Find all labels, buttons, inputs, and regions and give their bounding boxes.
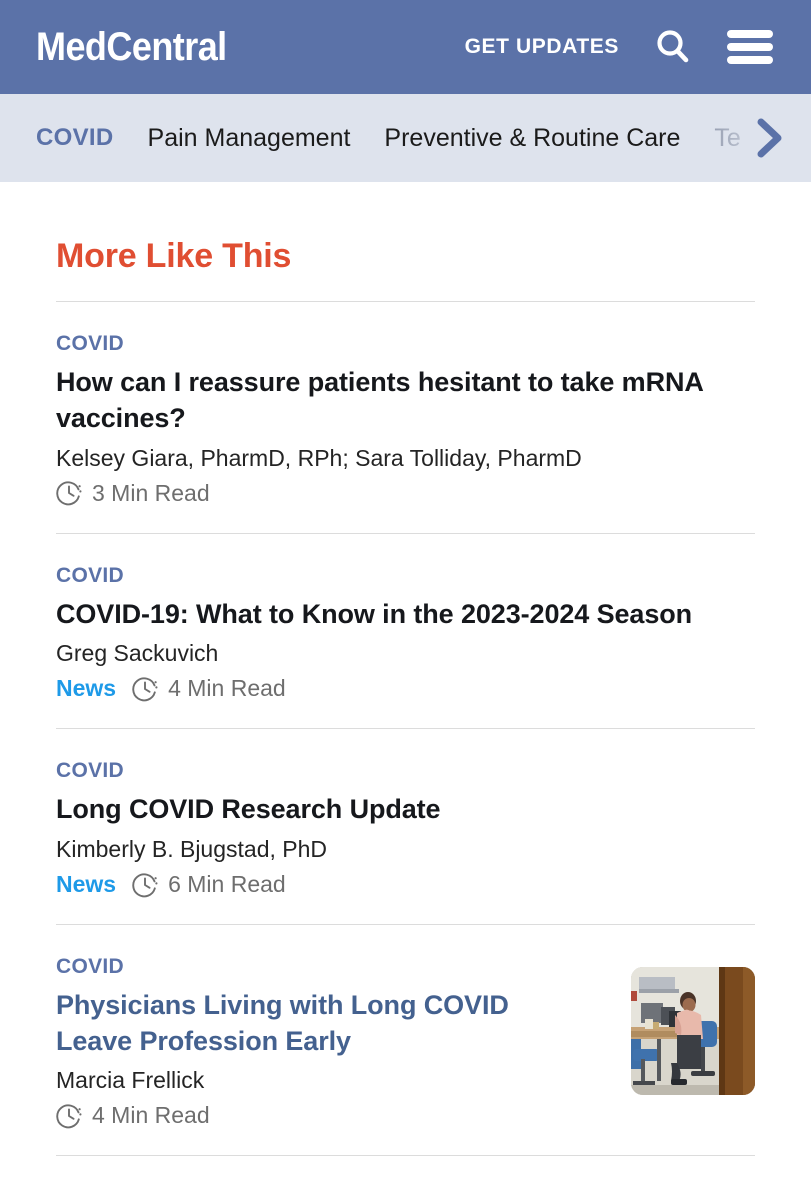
get-updates-button[interactable]: GET UPDATES <box>465 35 619 59</box>
section-title: More Like This <box>56 237 292 275</box>
article-read-time: 3 Min Read <box>92 479 210 506</box>
clock-icon <box>56 1104 82 1129</box>
hamburger-bar <box>727 30 773 38</box>
article-meta: 4 Min Read <box>56 1102 609 1129</box>
nav-item-covid[interactable]: COVID <box>36 124 114 152</box>
nav-item-preventive-routine-care[interactable]: Preventive & Routine Care <box>384 124 680 153</box>
divider <box>56 1155 755 1157</box>
search-button[interactable] <box>653 27 693 67</box>
nav-item-truncated[interactable]: Te <box>714 124 740 153</box>
article-thumbnail[interactable] <box>631 967 755 1096</box>
site-logo[interactable]: MedCentral <box>36 27 227 67</box>
article-meta: News 6 Min Read <box>56 871 755 898</box>
article-byline: Marcia Frellick <box>56 1067 205 1094</box>
article-read-time: 4 Min Read <box>168 675 286 702</box>
article-meta: News 4 Min Read <box>56 675 755 702</box>
article-list-item[interactable]: COVID COVID-19: What to Know in the 2023… <box>56 534 755 729</box>
article-body: COVID How can I reassure patients hesita… <box>56 332 755 506</box>
article-byline: Greg Sackuvich <box>56 640 219 667</box>
more-like-this-section: More Like This COVID How can I reassure … <box>0 182 811 1157</box>
article-read-time: 4 Min Read <box>92 1102 210 1129</box>
clock-icon <box>56 481 82 506</box>
article-body: COVID Physicians Living with Long COVID … <box>56 955 609 1129</box>
article-byline: Kelsey Giara, PharmD, RPh; Sara Tolliday… <box>56 444 582 471</box>
article-category[interactable]: COVID <box>56 332 755 356</box>
hamburger-bar <box>727 56 773 64</box>
article-category[interactable]: COVID <box>56 564 755 588</box>
site-header: MedCentral GET UPDATES <box>0 0 811 94</box>
clock-icon <box>132 872 158 897</box>
article-body: COVID COVID-19: What to Know in the 2023… <box>56 564 755 703</box>
article-title[interactable]: COVID-19: What to Know in the 2023-2024 … <box>56 597 755 633</box>
article-meta: 3 Min Read <box>56 480 755 507</box>
article-category[interactable]: COVID <box>56 759 755 783</box>
nav-item-pain-management[interactable]: Pain Management <box>148 124 351 153</box>
article-tag-news[interactable]: News <box>56 675 116 702</box>
article-title[interactable]: How can I reassure patients hesitant to … <box>56 365 755 436</box>
article-list-item[interactable]: COVID Long COVID Research Update Kimberl… <box>56 729 755 924</box>
physician-sitting-at-desk-photo <box>631 967 755 1096</box>
article-tag-news[interactable]: News <box>56 871 116 898</box>
hamburger-bar <box>727 43 773 51</box>
article-category[interactable]: COVID <box>56 955 609 979</box>
article-byline: Kimberly B. Bjugstad, PhD <box>56 835 328 862</box>
chevron-right-icon[interactable] <box>749 114 789 162</box>
clock-icon <box>132 677 158 702</box>
article-read-time: 6 Min Read <box>168 871 286 898</box>
article-body: COVID Long COVID Research Update Kimberl… <box>56 759 755 898</box>
search-icon <box>657 30 689 63</box>
header-actions: GET UPDATES <box>465 27 781 67</box>
hamburger-menu-icon[interactable] <box>727 30 773 64</box>
article-list-item[interactable]: COVID How can I reassure patients hesita… <box>56 302 755 532</box>
article-title[interactable]: Physicians Living with Long COVID Leave … <box>56 988 526 1059</box>
article-list-item[interactable]: COVID Physicians Living with Long COVID … <box>56 925 755 1155</box>
category-nav: COVID Pain Management Preventive & Routi… <box>0 94 811 182</box>
article-title[interactable]: Long COVID Research Update <box>56 792 755 828</box>
